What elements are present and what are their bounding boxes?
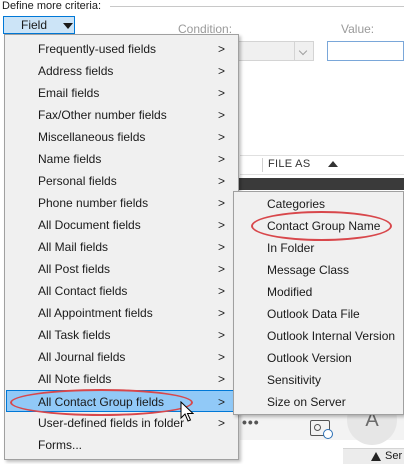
chevron-right-icon: > (217, 196, 225, 210)
chevron-right-icon: > (217, 372, 225, 386)
submenu-item-modified[interactable]: Modified (235, 281, 402, 303)
mouse-pointer-icon (180, 401, 194, 422)
section-divider (110, 6, 404, 7)
contact-card-icon[interactable] (310, 420, 333, 439)
annotation-ellipse (251, 211, 392, 241)
chevron-right-icon: > (217, 86, 225, 100)
menu-item-all-task-fields[interactable]: All Task fields > (6, 324, 237, 346)
submenu-item-label: Sensitivity (267, 373, 322, 387)
menu-item-label: Fax/Other number fields (38, 108, 167, 122)
menu-item-label: Forms... (38, 438, 82, 452)
chevron-right-icon: > (217, 218, 225, 232)
menu-item-all-document-fields[interactable]: All Document fields > (6, 214, 237, 236)
menu-item-personal-fields[interactable]: Personal fields > (6, 170, 237, 192)
value-input[interactable] (327, 41, 404, 61)
menu-item-address-fields[interactable]: Address fields > (6, 60, 237, 82)
column-divider[interactable] (262, 158, 263, 172)
chevron-right-icon: > (217, 174, 225, 188)
submenu-item-outlook-internal-version[interactable]: Outlook Internal Version (235, 325, 402, 347)
menu-item-all-contact-fields[interactable]: All Contact fields > (6, 280, 237, 302)
chevron-right-icon: > (217, 416, 225, 430)
annotation-ellipse (10, 389, 193, 416)
menu-item-name-fields[interactable]: Name fields > (6, 148, 237, 170)
chevron-down-icon (294, 42, 313, 60)
menu-item-miscellaneous-fields[interactable]: Miscellaneous fields > (6, 126, 237, 148)
submenu-item-sensitivity[interactable]: Sensitivity (235, 369, 402, 391)
menu-item-frequently-used-fields[interactable]: Frequently-used fields > (6, 38, 237, 60)
menu-item-label: Phone number fields (38, 196, 149, 210)
submenu-item-label: Outlook Data File (267, 307, 360, 321)
menu-item-label: Miscellaneous fields (38, 130, 146, 144)
submenu-item-label: Size on Server (267, 395, 346, 409)
field-button-label: Field (21, 18, 48, 32)
chevron-right-icon: > (217, 395, 225, 409)
value-label: Value: (341, 22, 375, 36)
submenu-item-label: Message Class (267, 263, 350, 277)
menu-item-label: Address fields (38, 64, 114, 78)
dropdown-arrow-icon (63, 23, 73, 29)
selected-row-strip (233, 178, 404, 190)
submenu-item-size-on-server[interactable]: Size on Server (235, 391, 402, 413)
status-text: Ser (385, 450, 403, 462)
menu-item-label: All Contact fields (38, 284, 128, 298)
menu-item-label: Email fields (38, 86, 100, 100)
sort-ascending-icon (328, 161, 338, 167)
menu-item-all-mail-fields[interactable]: All Mail fields > (6, 236, 237, 258)
submenu-item-outlook-version[interactable]: Outlook Version (235, 347, 402, 369)
menu-item-label: Personal fields (38, 174, 117, 188)
chevron-right-icon: > (217, 306, 225, 320)
chevron-right-icon: > (217, 152, 225, 166)
menu-item-label: All Mail fields (38, 240, 109, 254)
chevron-right-icon: > (217, 240, 225, 254)
menu-item-forms[interactable]: Forms... (6, 434, 237, 456)
menu-item-label: All Document fields (38, 218, 141, 232)
list-header (240, 155, 404, 175)
menu-item-all-note-fields[interactable]: All Note fields > (6, 368, 237, 390)
menu-item-fax-other-number-fields[interactable]: Fax/Other number fields > (6, 104, 237, 126)
chevron-right-icon: > (217, 108, 225, 122)
warning-icon (371, 452, 381, 461)
menu-item-all-post-fields[interactable]: All Post fields > (6, 258, 237, 280)
menu-item-email-fields[interactable]: Email fields > (6, 82, 237, 104)
menu-item-all-appointment-fields[interactable]: All Appointment fields > (6, 302, 237, 324)
field-dropdown-button[interactable]: Field (3, 16, 75, 34)
submenu-item-label: Outlook Internal Version (267, 329, 396, 343)
chevron-right-icon: > (217, 42, 225, 56)
chevron-right-icon: > (217, 262, 225, 276)
chevron-right-icon: > (217, 64, 225, 78)
column-header-file-as[interactable]: FILE AS (268, 158, 310, 170)
submenu-item-message-class[interactable]: Message Class (235, 259, 402, 281)
submenu-item-label: Outlook Version (267, 351, 352, 365)
chevron-right-icon: > (217, 350, 225, 364)
submenu-item-label: Modified (267, 285, 313, 299)
menu-item-label: All Appointment fields (38, 306, 153, 320)
submenu-item-outlook-data-file[interactable]: Outlook Data File (235, 303, 402, 325)
menu-item-phone-number-fields[interactable]: Phone number fields > (6, 192, 237, 214)
menu-item-label: All Note fields (38, 372, 112, 386)
define-criteria-title: Define more criteria: (2, 0, 102, 12)
chevron-right-icon: > (217, 130, 225, 144)
chevron-right-icon: > (217, 328, 225, 342)
menu-item-label: Frequently-used fields (38, 42, 157, 56)
chevron-right-icon: > (217, 284, 225, 298)
menu-item-label: Name fields (38, 152, 102, 166)
more-options-button[interactable]: ••• (242, 414, 260, 430)
menu-item-label: All Post fields (38, 262, 111, 276)
menu-item-all-journal-fields[interactable]: All Journal fields > (6, 346, 237, 368)
menu-item-label: All Journal fields (38, 350, 126, 364)
menu-item-label: All Task fields (38, 328, 111, 342)
